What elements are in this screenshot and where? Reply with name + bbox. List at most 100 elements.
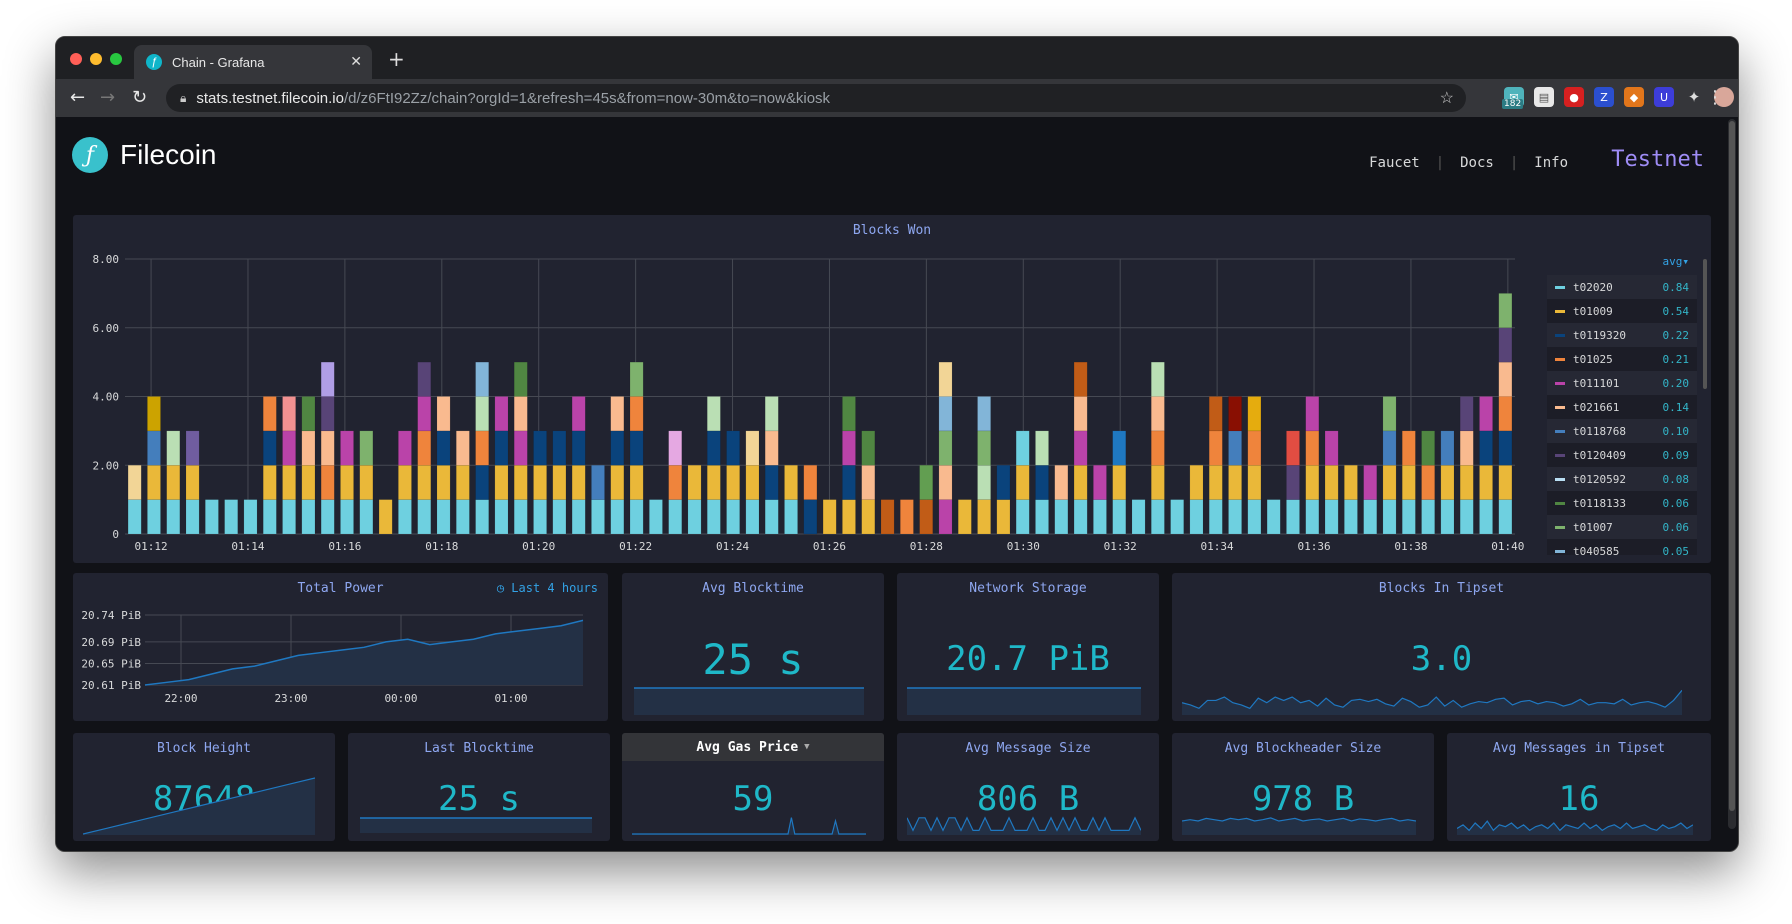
bar-segment [1459,465,1474,500]
bar-segment [745,499,760,535]
bar-segment [938,430,953,466]
bar-segment [591,499,605,535]
panel-title[interactable]: Avg Blockheader Size [1172,741,1434,756]
panel-title[interactable]: Last Blocktime [348,741,610,756]
bar-segment [1208,396,1223,432]
reload-icon[interactable]: ↻ [132,87,147,108]
bar-segment [552,430,567,466]
back-icon[interactable]: ← [70,87,85,108]
avg-messages-in-tipset-sparkline [1457,820,1693,835]
panel-title[interactable]: Avg Blocktime [622,581,884,596]
panel-title-menu[interactable]: Avg Gas Price ▼ [622,733,884,761]
bar-segment [1382,499,1397,535]
legend-swatch [1555,429,1565,433]
x-tick-label: 01:24 [716,540,749,553]
bar-segment [1228,430,1242,466]
metamask-extension-icon[interactable]: ◆ [1624,87,1644,107]
bar-segment [745,465,760,500]
x-tick-label: 01:32 [1104,540,1137,553]
bar-segment [166,499,181,535]
red-extension-icon[interactable]: ● [1564,87,1584,107]
x-tick-label: 01:16 [328,540,361,553]
legend-item[interactable]: t0120592 0.08 [1547,467,1697,491]
x-tick-label: 01:14 [231,540,264,553]
bar-segment [185,499,200,535]
bar-segment [1305,465,1320,500]
panel-title[interactable]: Avg Message Size [897,741,1159,756]
browser-menu-icon[interactable]: ⋮ [1706,87,1724,108]
legend-swatch [1555,477,1565,481]
legend-item[interactable]: t01007 0.06 [1547,515,1697,539]
legend-item[interactable]: t01009 0.54 [1547,299,1697,323]
nav-docs[interactable]: Docs [1460,155,1494,171]
nav-faucet[interactable]: Faucet [1369,155,1420,171]
nav-info[interactable]: Info [1534,155,1568,171]
blocks-won-panel: Blocks Won 0 2.00 4.00 6.00 8.00 01:12 01:14 01… [73,215,1711,563]
scrollbar-thumb[interactable] [1729,121,1735,811]
legend-value: 0.20 [1662,376,1690,390]
panel-title[interactable]: Block Height [73,741,335,756]
legend-sort-header[interactable]: avg▾ [1547,255,1697,275]
bar-segment [1479,465,1493,500]
legend-swatch [1555,357,1565,361]
bar-segment [243,499,258,535]
blocks-in-tipset-sparkline [1182,689,1682,715]
legend-swatch [1555,549,1565,553]
bar-segment [938,361,953,397]
bar-segment [1324,499,1339,535]
new-tab-icon[interactable]: + [388,47,405,71]
bar-segment [417,396,432,432]
address-bar[interactable]: 🔒︎ stats.testnet.filecoin.io/d/z6FtI92Zz… [166,84,1466,112]
clipboard-extension-icon[interactable]: ▤ [1534,87,1554,107]
legend-item[interactable]: t011101 0.20 [1547,371,1697,395]
x-tick-label: 23:00 [274,692,307,705]
bar-segment [224,499,238,535]
url-host: stats.testnet.filecoin.io [196,89,344,107]
panel-title[interactable]: Network Storage [897,581,1159,596]
bar-segment [977,499,991,535]
legend-item[interactable]: t0118133 0.06 [1547,491,1697,515]
bar-segment [726,499,740,535]
bar-segment [1305,430,1320,466]
panel-title[interactable]: Avg Messages in Tipset [1447,741,1711,756]
legend-item[interactable]: t02020 0.84 [1547,275,1697,299]
legend-name: t01025 [1573,352,1613,366]
bar-segment [629,465,644,500]
x-tick-label: 01:20 [522,540,555,553]
y-tick-label: 0 [112,528,119,541]
flat-sparkline [634,687,864,715]
legend-scrollbar[interactable] [1703,259,1707,389]
legend-item[interactable]: t0120409 0.09 [1547,443,1697,467]
legend-item[interactable]: t01025 0.21 [1547,347,1697,371]
brand[interactable]: ƒ Filecoin [72,137,216,173]
bar-segment [1344,465,1358,500]
panel-title[interactable]: Blocks In Tipset [1172,581,1711,596]
legend-item[interactable]: t040585 0.05 [1547,539,1697,555]
forward-icon[interactable]: → [100,87,115,108]
avg-blockheader-size-panel: Avg Blockheader Size 978 B [1172,733,1434,841]
bar-segment [282,430,296,466]
legend-item[interactable]: t0119320 0.22 [1547,323,1697,347]
bar-segment [185,430,200,466]
maximize-window-button[interactable] [110,53,122,65]
bookmark-star-icon[interactable]: ☆ [1440,88,1454,108]
bar-segment [822,499,837,535]
bar-segment [456,465,470,500]
z-extension-icon[interactable]: Z [1594,87,1614,107]
minimize-window-button[interactable] [90,53,102,65]
close-window-button[interactable] [70,53,82,65]
puzzle-extensions-icon[interactable]: ✦ [1684,87,1704,107]
mail-extension-icon[interactable]: ✉ 182 [1502,87,1524,109]
bar-segment [475,361,489,397]
u-extension-icon[interactable]: U [1654,87,1674,107]
bar-segment [1363,499,1378,535]
tab-bar: ƒ Chain - Grafana ✕ + [56,37,1738,79]
page-scrollbar[interactable] [1728,119,1736,829]
legend-item[interactable]: t0118768 0.10 [1547,419,1697,443]
legend-item[interactable]: t021661 0.14 [1547,395,1697,419]
bar-segment [610,465,625,500]
close-tab-icon[interactable]: ✕ [350,53,362,70]
browser-tab[interactable]: ƒ Chain - Grafana ✕ [134,45,372,79]
x-tick-label: 01:34 [1201,540,1234,553]
stat-value: 59 [732,779,774,819]
